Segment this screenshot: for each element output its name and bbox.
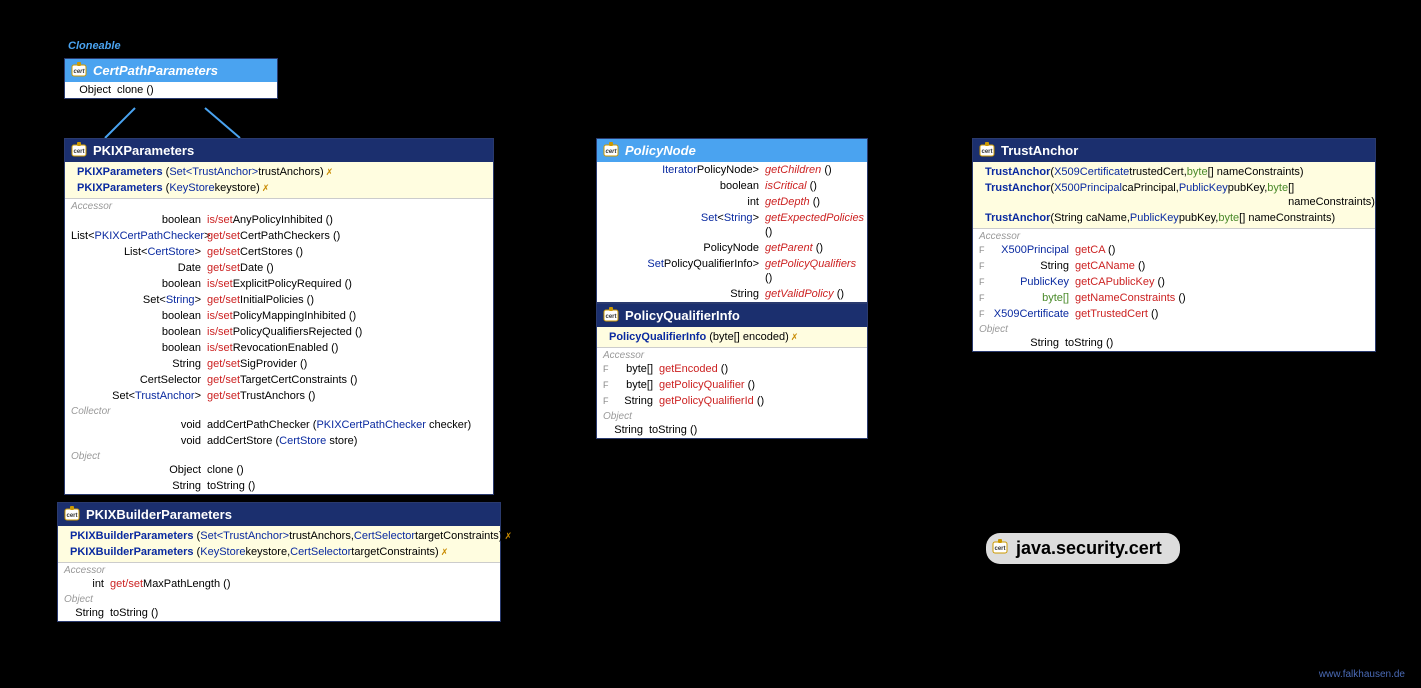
method-row: Fbyte[]getEncoded () — [597, 361, 867, 377]
svg-text:cert: cert — [73, 69, 85, 75]
method-row: Fbyte[]getNameConstraints () — [973, 290, 1375, 306]
method-row: Dateget/setDate () — [65, 260, 493, 276]
method-row: SetPolicyQualifierInfo>getPolicyQualifie… — [597, 256, 867, 286]
cert-icon: cert — [64, 506, 80, 522]
constructors: PKIXBuilderParameters (Set<TrustAnchor> … — [58, 526, 500, 562]
method-row: Set<TrustAnchor>get/setTrustAnchors () — [65, 388, 493, 404]
constructors: PKIXParameters (Set<TrustAnchor> trustAn… — [65, 162, 493, 198]
method-row: PolicyNodegetParent () — [597, 240, 867, 256]
policyqualifierinfo-box: cert PolicyQualifierInfo PolicyQualifier… — [596, 303, 868, 439]
method-row: booleanisCritical () — [597, 178, 867, 194]
object-label: Object — [65, 449, 493, 462]
method-row: List<CertStore>get/setCertStores () — [65, 244, 493, 260]
method-row: Set<String>getExpectedPolicies () — [597, 210, 867, 240]
method-row: FPublicKeygetCAPublicKey () — [973, 274, 1375, 290]
svg-text:cert: cert — [981, 149, 992, 155]
svg-text:cert: cert — [605, 314, 616, 320]
constructors: TrustAnchor (X509Certificate trustedCert… — [973, 162, 1375, 228]
method-row: IteratorPolicyNode>getChildren () — [597, 162, 867, 178]
collector-label: Collector — [65, 404, 493, 417]
pkixbuilderparameters-box: cert PKIXBuilderParameters PKIXBuilderPa… — [57, 502, 501, 622]
trustanchor-header: cert TrustAnchor — [973, 139, 1375, 162]
policynode-box: cert PolicyNode IteratorPolicyNode>getCh… — [596, 138, 868, 303]
cert-icon: cert — [979, 142, 995, 158]
method-row: Object clone () — [65, 82, 277, 98]
package-badge: cert java.security.cert — [986, 533, 1180, 564]
svg-text:cert: cert — [66, 513, 77, 519]
cert-icon: cert — [603, 307, 619, 323]
constructors: PolicyQualifierInfo (byte[] encoded)✗ — [597, 327, 867, 347]
cert-icon: cert — [71, 142, 87, 158]
method-row: booleanis/setRevocationEnabled () — [65, 340, 493, 356]
method-row: FStringgetPolicyQualifierId () — [597, 393, 867, 409]
pkixparameters-box: cert PKIXParameters PKIXParameters (Set<… — [64, 138, 494, 495]
cert-icon: cert — [71, 62, 87, 78]
policynode-header: cert PolicyNode — [597, 139, 867, 162]
method-row: intgetDepth () — [597, 194, 867, 210]
cert-icon: cert — [992, 539, 1008, 555]
certpathparameters-header: cert CertPathParameters — [65, 59, 277, 82]
svg-text:cert: cert — [605, 149, 617, 155]
svg-text:cert: cert — [994, 546, 1005, 552]
certpathparameters-box: cert CertPathParameters Object clone () — [64, 58, 278, 99]
svg-text:cert: cert — [73, 149, 84, 155]
method-row: booleanis/setExplicitPolicyRequired () — [65, 276, 493, 292]
method-row: FX500PrincipalgetCA () — [973, 242, 1375, 258]
method-row: booleanis/setPolicyQualifiersRejected () — [65, 324, 493, 340]
method-row: CertSelectorget/setTargetCertConstraints… — [65, 372, 493, 388]
cert-icon: cert — [603, 142, 619, 158]
method-row: booleanis/setPolicyMappingInhibited () — [65, 308, 493, 324]
cloneable-stereotype: Cloneable — [68, 40, 121, 52]
footer-link[interactable]: www.falkhausen.de — [1319, 669, 1405, 680]
method-row: FStringgetCAName () — [973, 258, 1375, 274]
method-row: booleanis/setAnyPolicyInhibited () — [65, 212, 493, 228]
method-row: StringgetValidPolicy () — [597, 286, 867, 302]
method-row: FX509CertificategetTrustedCert () — [973, 306, 1375, 322]
method-row: Fbyte[]getPolicyQualifier () — [597, 377, 867, 393]
pkixbuilderparameters-header: cert PKIXBuilderParameters — [58, 503, 500, 526]
policyqualifierinfo-header: cert PolicyQualifierInfo — [597, 304, 867, 327]
pkixparameters-header: cert PKIXParameters — [65, 139, 493, 162]
method-row: Stringget/setSigProvider () — [65, 356, 493, 372]
method-row: List<PKIXCertPathChecker>get/setCertPath… — [65, 228, 493, 244]
trustanchor-box: cert TrustAnchor TrustAnchor (X509Certif… — [972, 138, 1376, 352]
accessor-label: Accessor — [65, 199, 493, 212]
method-row: Set<String>get/setInitialPolicies () — [65, 292, 493, 308]
